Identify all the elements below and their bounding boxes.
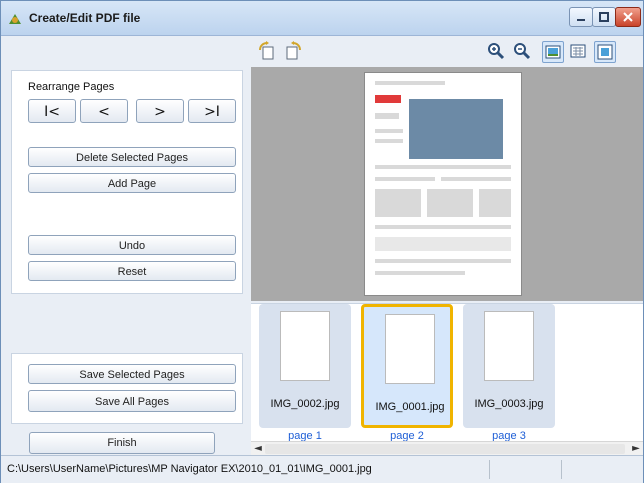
finish-button[interactable]: Finish [29,432,215,454]
status-separator [561,460,562,479]
first-page-button[interactable]: I< [28,99,76,123]
thumbnail-image [485,312,533,380]
left-sidebar: Rearrange Pages I< < > >I Delete Selecte… [11,70,243,424]
rotate-left-icon[interactable] [257,41,277,61]
thumbnail-image [386,315,434,383]
rearrange-label: Rearrange Pages [28,81,115,93]
rearrange-panel: Rearrange Pages I< < > >I Delete Selecte… [11,70,243,294]
undo-button[interactable]: Undo [28,235,236,255]
thumbnail-filename: IMG_0001.jpg [375,401,445,413]
close-button[interactable] [615,7,641,27]
file-path: C:\Users\UserName\Pictures\MP Navigator … [7,463,372,475]
thumbnail-image [281,312,329,380]
status-separator [489,460,490,479]
scrollbar-track[interactable] [265,444,625,454]
preview-page [365,73,521,295]
scroll-left-icon[interactable]: ◄ [251,442,265,456]
save-all-pages-button[interactable]: Save All Pages [28,390,236,412]
title-bar: Create/Edit PDF file [1,1,643,36]
add-page-button[interactable]: Add Page [28,173,236,193]
page-preview [251,67,643,301]
horizontal-scrollbar[interactable]: ◄ ► [251,441,643,456]
close-icon [623,12,633,22]
window: Create/Edit PDF file Rearrange Pages I< … [0,0,644,483]
previous-page-button[interactable]: < [80,99,128,123]
view-thumbnails-icon[interactable] [568,41,588,61]
status-bar: C:\Users\UserName\Pictures\MP Navigator … [1,455,643,483]
app-icon [7,11,23,25]
thumbnail-page-3[interactable]: IMG_0003.jpg [463,304,555,428]
save-panel: Save Selected Pages Save All Pages [11,353,243,424]
scroll-right-icon[interactable]: ► [629,442,643,456]
view-preview-icon[interactable] [542,41,564,63]
thumbnail-page-2[interactable]: IMG_0001.jpg [361,304,453,428]
delete-selected-pages-button[interactable]: Delete Selected Pages [28,147,236,167]
maximize-icon [599,12,609,22]
toolbar [251,35,643,67]
zoom-out-icon[interactable] [512,41,532,61]
next-page-button[interactable]: > [136,99,184,123]
maximize-button[interactable] [592,7,616,27]
thumbnail-page-1[interactable]: IMG_0002.jpg [259,304,351,428]
minimize-button[interactable] [569,7,593,27]
zoom-in-icon[interactable] [486,41,506,61]
minimize-icon [577,19,585,21]
last-page-button[interactable]: >I [188,99,236,123]
thumbnail-filename: IMG_0002.jpg [270,398,340,410]
rotate-right-icon[interactable] [283,41,303,61]
view-full-icon[interactable] [594,41,616,63]
thumbnail-strip: IMG_0002.jpg page 1 IMG_0001.jpg page 2 … [251,303,643,456]
reset-button[interactable]: Reset [28,261,236,281]
thumbnail-filename: IMG_0003.jpg [474,398,544,410]
window-title: Create/Edit PDF file [29,11,141,25]
save-selected-pages-button[interactable]: Save Selected Pages [28,364,236,384]
